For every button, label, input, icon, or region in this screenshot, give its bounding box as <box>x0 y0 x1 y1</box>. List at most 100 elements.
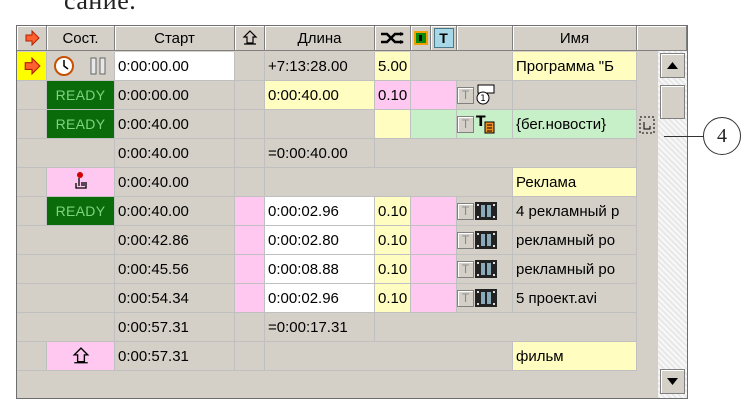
status-column-header[interactable]: Сост. <box>47 26 115 51</box>
empty-cell <box>411 197 457 226</box>
film-icon <box>475 260 497 278</box>
start-cell[interactable]: 0:00:42.86 <box>115 226 235 255</box>
caption-text: сание. <box>64 0 137 15</box>
text-toggle[interactable]: T <box>457 260 474 278</box>
empty-cell <box>375 139 637 168</box>
table-row[interactable]: 0:00:42.86 0:00:02.80 0.10 T рекламный р… <box>17 226 665 255</box>
table-row[interactable]: 0:00:54.34 0:00:02.96 0.10 T 5 проект.av… <box>17 284 665 313</box>
start-cell[interactable]: 0:00:40.00 <box>115 197 235 226</box>
table-row[interactable]: 0:00:00.00 +7:13:28.00 5.00 Программа "Б <box>17 52 665 81</box>
name-cell[interactable]: рекламный ро <box>513 255 637 284</box>
flags-cell: T <box>457 255 513 284</box>
length-cell[interactable]: =0:00:17.31 <box>265 313 375 342</box>
marker-cell <box>17 110 47 139</box>
current-marker-icon[interactable] <box>17 52 47 81</box>
empty-cell <box>17 284 115 313</box>
text-toggle[interactable]: T <box>457 289 474 307</box>
film-icon <box>475 289 497 307</box>
name-cell[interactable]: Реклама <box>513 168 637 197</box>
callout-leader-line <box>664 136 704 137</box>
extra-column-header[interactable] <box>637 26 687 51</box>
text-header-icon[interactable]: T <box>431 26 457 51</box>
flags-cell: T <box>457 284 513 313</box>
speed-cell[interactable]: 0.10 <box>375 81 411 110</box>
start-cell[interactable]: 0:00:00.00 <box>115 52 235 81</box>
speed-cell[interactable]: 0.10 <box>375 197 411 226</box>
length-column-header[interactable]: Длина <box>265 26 375 51</box>
length-cell[interactable]: =0:00:40.00 <box>265 139 375 168</box>
empty-cell <box>235 342 265 371</box>
empty-cell <box>17 226 115 255</box>
scroll-thumb[interactable] <box>660 85 685 119</box>
status-cell <box>47 342 115 371</box>
grid-header: Сост. Старт Длина T Имя <box>17 26 687 52</box>
start-cell[interactable]: 0:00:57.31 <box>115 313 235 342</box>
empty-cell <box>235 81 265 110</box>
transition-header-icon[interactable] <box>375 26 411 51</box>
name-cell[interactable]: {бег.новости} <box>513 110 637 139</box>
flags-cell: T 1 <box>457 81 513 110</box>
scroll-up-button[interactable] <box>660 53 685 78</box>
start-cell[interactable]: 0:00:54.34 <box>115 284 235 313</box>
speed-cell[interactable]: 0.10 <box>375 284 411 313</box>
text-toggle[interactable]: T <box>457 202 474 220</box>
text-toggle[interactable]: T <box>457 115 474 133</box>
table-row[interactable]: 0:00:45.56 0:00:08.88 0.10 T рекламный р… <box>17 255 665 284</box>
film-icon <box>475 202 497 220</box>
pause-icon <box>90 57 106 75</box>
name-cell[interactable]: рекламный ро <box>513 226 637 255</box>
start-cell[interactable]: 0:00:40.00 <box>115 139 235 168</box>
status-badge: READY <box>47 110 115 139</box>
arrow-up-icon <box>667 62 678 69</box>
callout-number: 4 <box>703 117 741 155</box>
name-cell[interactable]: 5 проект.avi <box>513 284 637 313</box>
length-cell[interactable]: 0:00:02.80 <box>265 226 375 255</box>
table-row[interactable]: 0:00:57.31 =0:00:17.31 <box>17 313 665 342</box>
marker-cell <box>17 342 47 371</box>
start-cell[interactable]: 0:00:00.00 <box>115 81 235 110</box>
start-cell[interactable]: 0:00:45.56 <box>115 255 235 284</box>
link-icon[interactable] <box>639 116 659 141</box>
layer-header-icon[interactable] <box>411 26 431 51</box>
start-cell[interactable]: 0:00:57.31 <box>115 342 235 371</box>
up-arrow-header-icon[interactable] <box>235 26 265 51</box>
text-toggle[interactable]: T <box>457 86 474 104</box>
empty-cell <box>235 255 265 284</box>
empty-cell <box>235 284 265 313</box>
start-column-header[interactable]: Старт <box>115 26 235 51</box>
play-arrow-header-icon[interactable] <box>17 26 47 51</box>
name-cell[interactable]: фильм <box>513 342 637 371</box>
speed-cell[interactable]: 0.10 <box>375 226 411 255</box>
length-cell[interactable]: 0:00:02.96 <box>265 197 375 226</box>
speed-cell[interactable] <box>375 110 411 139</box>
start-cell[interactable]: 0:00:40.00 <box>115 110 235 139</box>
table-row[interactable]: READY 0:00:00.00 0:00:40.00 0.10 T 1 <box>17 81 665 110</box>
table-row[interactable]: READY 0:00:40.00 T T {бег.новости} <box>17 110 665 139</box>
scroll-down-button[interactable] <box>660 369 685 394</box>
flags-cell: T <box>457 226 513 255</box>
length-cell[interactable]: 0:00:40.00 <box>265 81 375 110</box>
text-toggle[interactable]: T <box>457 231 474 249</box>
name-cell[interactable]: Программа "Б <box>513 52 637 81</box>
name-cell[interactable] <box>513 81 637 110</box>
blank-column-header[interactable] <box>457 26 513 51</box>
start-cell[interactable]: 0:00:40.00 <box>115 168 235 197</box>
name-cell[interactable]: 4 рекламный р <box>513 197 637 226</box>
table-row[interactable]: READY 0:00:40.00 0:00:02.96 0.10 T 4 рек… <box>17 197 665 226</box>
speed-cell[interactable]: 5.00 <box>375 52 411 81</box>
arrow-down-icon <box>667 378 678 385</box>
length-cell[interactable]: 0:00:02.96 <box>265 284 375 313</box>
empty-cell <box>411 284 457 313</box>
status-cell <box>47 52 115 81</box>
length-cell[interactable]: 0:00:08.88 <box>265 255 375 284</box>
speed-cell[interactable]: 0.10 <box>375 255 411 284</box>
empty-cell <box>235 313 265 342</box>
length-cell[interactable] <box>265 110 375 139</box>
table-row[interactable]: 0:00:57.31 фильм <box>17 342 665 371</box>
vertical-scrollbar[interactable] <box>658 51 687 398</box>
length-cell[interactable]: +7:13:28.00 <box>265 52 375 81</box>
name-column-header[interactable]: Имя <box>513 26 637 51</box>
empty-cell <box>235 226 265 255</box>
table-row[interactable]: 0:00:40.00 Реклама <box>17 168 665 197</box>
table-row[interactable]: 0:00:40.00 =0:00:40.00 <box>17 139 665 168</box>
